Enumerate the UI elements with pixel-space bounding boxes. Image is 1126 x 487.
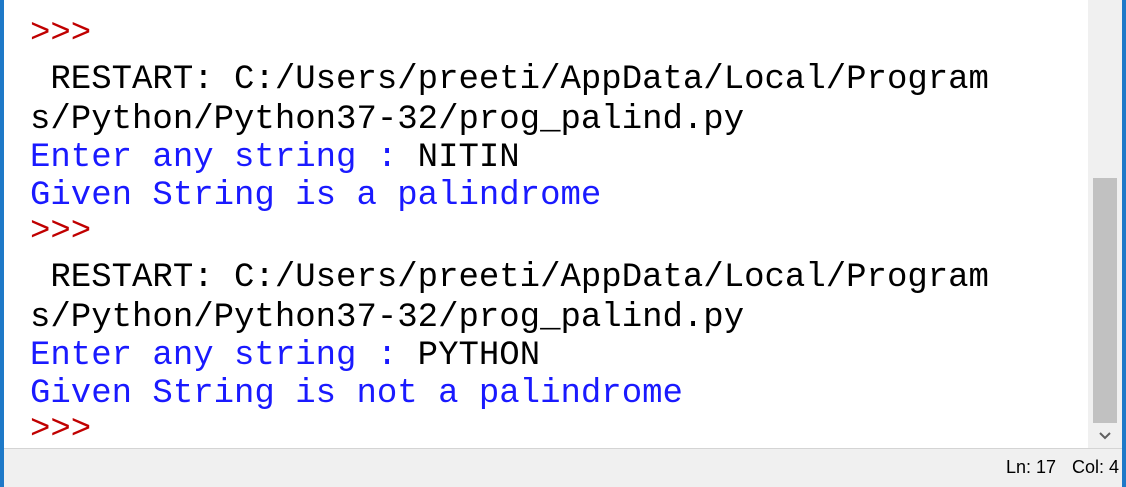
shell-output-area[interactable]: >>> RESTART: C:/Users/preeti/AppData/Loc… (4, 0, 1084, 448)
scrollbar-thumb[interactable] (1093, 178, 1117, 423)
restart-line: RESTART: C:/Users/preeti/AppData/Local/P… (30, 259, 989, 297)
status-bar: Ln: 17 Col: 4 (4, 448, 1122, 487)
input-prompt-text: Enter any string : (30, 139, 418, 177)
user-input-text: NITIN (417, 139, 520, 177)
input-prompt-text: Enter any string : (30, 337, 418, 375)
column-number-status: Col: 4 (1072, 457, 1120, 477)
input-line: Enter any string : NITIN (30, 138, 520, 178)
output-line: Given String is a palindrome (30, 177, 602, 215)
shell-prompt: >>> (30, 411, 92, 448)
vertical-scrollbar[interactable] (1088, 0, 1122, 448)
shell-prompt: >>> (30, 15, 92, 53)
scroll-down-button[interactable] (1088, 424, 1122, 448)
restart-line: RESTART: C:/Users/preeti/AppData/Local/P… (30, 61, 989, 99)
restart-line: s/Python/Python37-32/prog_palind.py (30, 101, 745, 139)
chevron-down-icon (1099, 432, 1111, 440)
output-line: Given String is not a palindrome (30, 375, 683, 413)
user-input-text: PYTHON (417, 337, 541, 375)
idle-shell-window: >>> RESTART: C:/Users/preeti/AppData/Loc… (0, 0, 1126, 487)
restart-line: s/Python/Python37-32/prog_palind.py (30, 299, 745, 337)
input-line: Enter any string : PYTHON (30, 336, 540, 376)
shell-prompt: >>> (30, 213, 92, 251)
line-number-status: Ln: 17 (1006, 457, 1057, 477)
